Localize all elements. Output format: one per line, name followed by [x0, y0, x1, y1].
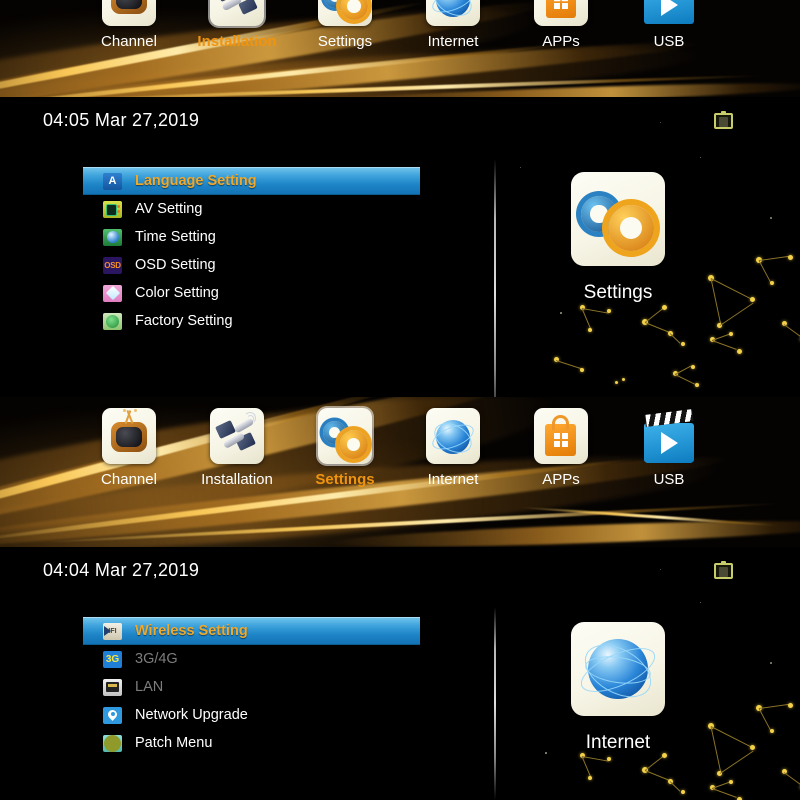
patch-gear-icon [103, 734, 122, 752]
factory-icon [103, 312, 122, 330]
satellite-dish-icon [210, 408, 264, 464]
lan-port-icon [103, 678, 122, 696]
clock-settings: 04:05 Mar 27,2019 [43, 110, 200, 130]
app-label: Installation [197, 33, 277, 50]
gears-icon [318, 408, 372, 464]
clock-internet: 04:04 Mar 27,2019 [43, 560, 200, 580]
menu-item-patch-menu[interactable]: Patch Menu [83, 729, 420, 757]
time-icon [103, 228, 122, 246]
app-internet-top[interactable]: Internet [399, 0, 507, 50]
menu-item-label: Wireless Setting [135, 623, 248, 639]
app-channel[interactable]: Channel [75, 408, 183, 488]
globe-icon [426, 408, 480, 464]
menu-item-label: Language Setting [135, 173, 257, 189]
menu-item-lan[interactable]: LAN [83, 673, 420, 701]
globe-icon [571, 622, 665, 716]
app-label: USB [653, 33, 685, 50]
menu-item-label: LAN [135, 679, 164, 695]
app-usb-top[interactable]: USB [615, 0, 723, 50]
av-icon [103, 200, 122, 218]
panel-divider [494, 159, 496, 397]
menu-item-3g-4g[interactable]: 3G 3G/4G [83, 645, 420, 673]
3g-icon: 3G [103, 650, 122, 668]
settings-panel: 04:05 Mar 27,2019 A Language Setting AV … [0, 97, 800, 397]
menu-item-time-setting[interactable]: Time Setting [83, 223, 420, 251]
settings-showcase[interactable]: Settings [571, 172, 665, 304]
app-label: Channel [101, 33, 157, 50]
app-label: Internet [427, 471, 479, 488]
app-settings-top[interactable]: Settings [291, 0, 399, 50]
menu-item-label: Patch Menu [135, 735, 213, 751]
tv-icon [102, 408, 156, 464]
menu-item-av-setting[interactable]: AV Setting [83, 195, 420, 223]
app-apps-top[interactable]: APPs [507, 0, 615, 50]
menu-item-factory-setting[interactable]: Factory Setting [83, 307, 420, 335]
menu-item-color-setting[interactable]: Color Setting [83, 279, 420, 307]
app-channel-top[interactable]: Channel [75, 0, 183, 50]
satellite-dish-icon [210, 0, 264, 26]
menu-item-label: Factory Setting [135, 313, 233, 329]
app-label: APPs [542, 33, 580, 50]
globe-icon [426, 0, 480, 26]
menu-item-label: Network Upgrade [135, 707, 248, 723]
menu-item-osd-setting[interactable]: OSD OSD Setting [83, 251, 420, 279]
menu-item-label: Color Setting [135, 285, 219, 301]
app-label: Settings [317, 33, 373, 50]
clipboard-icon [714, 561, 733, 579]
menu-item-label: Time Setting [135, 229, 216, 245]
top-partial-dock: Channel Installation Settings Internet A… [0, 0, 800, 50]
internet-panel: 04:04 Mar 27,2019 IFI Wireless Setting 3… [0, 547, 800, 800]
showcase-caption: Internet [585, 732, 651, 753]
osd-icon: OSD [103, 256, 122, 274]
app-label: Channel [101, 471, 157, 488]
menu-item-label: 3G/4G [135, 651, 178, 667]
app-apps[interactable]: APPs [507, 408, 615, 488]
settings-menu-list: A Language Setting AV Setting Time Setti… [83, 167, 420, 335]
app-installation-top[interactable]: Installation [183, 0, 291, 50]
language-icon: A [103, 172, 122, 190]
panel-divider [494, 607, 496, 800]
app-label: Installation [201, 471, 273, 488]
menu-item-network-upgrade[interactable]: Network Upgrade [83, 701, 420, 729]
app-label: USB [653, 471, 685, 488]
app-label: APPs [542, 471, 580, 488]
media-clapper-icon [642, 0, 696, 26]
clipboard-icon [714, 111, 733, 129]
shopping-bag-icon [534, 408, 588, 464]
main-app-dock: Channel Installation Settings Internet A… [0, 408, 800, 500]
app-label: Settings [315, 471, 375, 488]
app-internet[interactable]: Internet [399, 408, 507, 488]
tv-icon [102, 0, 156, 26]
menu-item-label: AV Setting [135, 201, 203, 217]
app-usb[interactable]: USB [615, 408, 723, 488]
wifi-icon: IFI [103, 622, 122, 640]
app-label: Internet [427, 33, 479, 50]
app-installation[interactable]: Installation [183, 408, 291, 488]
internet-menu-list: IFI Wireless Setting 3G 3G/4G LAN Networ… [83, 617, 420, 757]
internet-showcase[interactable]: Internet [571, 622, 665, 754]
shopping-bag-icon [534, 0, 588, 26]
app-settings[interactable]: Settings [291, 408, 399, 488]
location-pin-icon [103, 706, 122, 724]
gears-icon [318, 0, 372, 26]
menu-item-label: OSD Setting [135, 257, 216, 273]
media-clapper-icon [642, 408, 696, 464]
showcase-caption: Settings [583, 282, 653, 303]
tv-settings-screenshot: Channel Installation Settings Internet A… [0, 0, 800, 800]
menu-item-language-setting[interactable]: A Language Setting [83, 167, 420, 195]
color-icon [103, 284, 122, 302]
gears-icon [571, 172, 665, 266]
menu-item-wireless-setting[interactable]: IFI Wireless Setting [83, 617, 420, 645]
